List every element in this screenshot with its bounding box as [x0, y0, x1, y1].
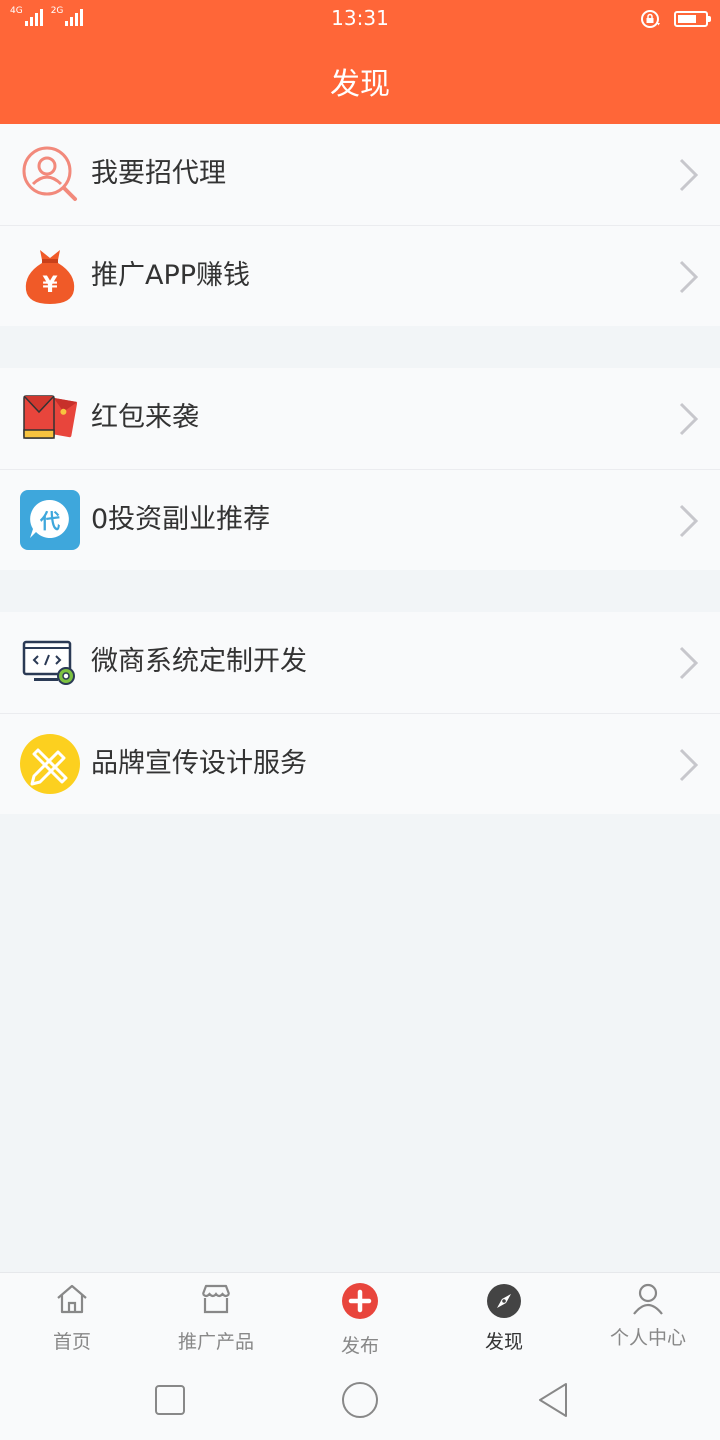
battery-icon: [674, 11, 711, 27]
agent-search-icon: [22, 146, 77, 201]
dai-badge-icon: 代: [20, 490, 80, 550]
chevron-right-icon: [679, 504, 699, 538]
list-item-label: 微商系统定制开发: [91, 646, 307, 677]
tab-profile[interactable]: 个人中心: [576, 1273, 720, 1365]
list-item-label: 推广APP赚钱: [91, 260, 251, 291]
red-envelope-icon: [23, 395, 78, 439]
money-bag-icon: ¥: [25, 250, 75, 304]
system-navigation-bar: [0, 1364, 720, 1440]
tab-label: 个人中心: [609, 1327, 686, 1349]
home-icon: [57, 1284, 87, 1314]
tab-discover[interactable]: 发现: [432, 1273, 576, 1365]
status-bar: 4G 2G 13:31: [0, 0, 720, 38]
page-title: 发现: [330, 67, 390, 102]
status-time: 13:31: [331, 6, 389, 30]
tab-label: 发现: [484, 1331, 523, 1353]
home-circle-icon[interactable]: [340, 1380, 380, 1420]
tab-label: 首页: [52, 1331, 91, 1353]
tab-home[interactable]: 首页: [0, 1273, 144, 1365]
tab-products[interactable]: 推广产品: [144, 1273, 288, 1365]
tab-label: 发布: [340, 1335, 379, 1357]
list-item-brand-design[interactable]: 品牌宣传设计服务: [0, 713, 720, 814]
group-income: 红包来袭 代 0投资副业推荐: [0, 368, 720, 570]
list-item-label: 品牌宣传设计服务: [91, 748, 307, 779]
chevron-right-icon: [679, 402, 699, 436]
chevron-right-icon: [679, 646, 699, 680]
user-icon: [633, 1283, 663, 1315]
bottom-tab-bar: 首页 推广产品 发布 发现 个人中心: [0, 1272, 720, 1365]
code-monitor-gear-icon: [22, 640, 75, 685]
group-services: 微商系统定制开发 品牌宣传设计服务: [0, 612, 720, 814]
list-item-promote-app[interactable]: ¥ 推广APP赚钱: [0, 225, 720, 326]
list-item-label: 0投资副业推荐: [91, 504, 271, 535]
compass-icon: [487, 1284, 521, 1318]
chevron-right-icon: [679, 158, 699, 192]
tab-publish[interactable]: 发布: [288, 1273, 432, 1365]
svg-text:¥: ¥: [42, 273, 58, 298]
group-agent: 我要招代理 ¥ 推广APP赚钱: [0, 124, 720, 326]
plus-circle-icon: [342, 1283, 378, 1319]
back-triangle-icon[interactable]: [534, 1380, 574, 1420]
list-item-label: 我要招代理: [91, 158, 226, 189]
list-item-red-envelope[interactable]: 红包来袭: [0, 368, 720, 469]
svg-text:代: 代: [39, 509, 60, 533]
list-item-system-development[interactable]: 微商系统定制开发: [0, 612, 720, 713]
store-icon: [201, 1284, 231, 1314]
discover-list: 我要招代理 ¥ 推广APP赚钱 红包来袭 代 0投资副业推荐 微商系统定制开发 …: [0, 124, 720, 856]
recent-apps-icon[interactable]: [150, 1380, 190, 1420]
rotation-lock-icon: [641, 10, 660, 28]
tab-label: 推广产品: [177, 1331, 254, 1353]
design-tools-icon: [20, 734, 80, 794]
chevron-right-icon: [679, 748, 699, 782]
list-item-label: 红包来袭: [91, 402, 199, 433]
list-item-recruit-agent[interactable]: 我要招代理: [0, 124, 720, 225]
chevron-right-icon: [679, 260, 699, 294]
title-bar: 发现: [0, 38, 720, 124]
list-item-side-business[interactable]: 代 0投资副业推荐: [0, 469, 720, 570]
